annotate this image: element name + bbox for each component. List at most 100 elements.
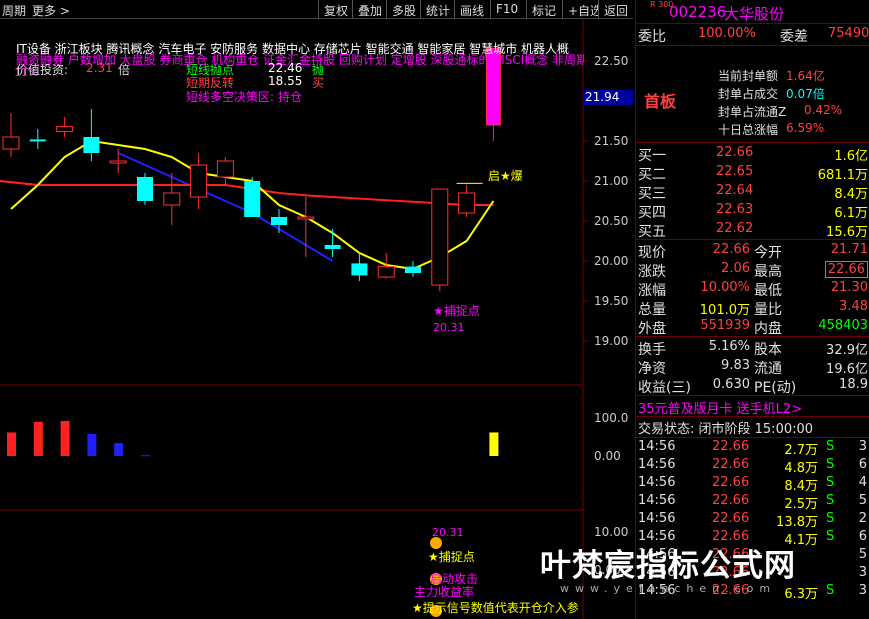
tick-count: 5: [858, 547, 867, 562]
weicha-label: 委差: [780, 29, 808, 45]
qi-bao-label: 启★爆: [488, 169, 523, 183]
bid-row[interactable]: 买四 22.63 6.1万: [636, 202, 869, 221]
stock-code: 002236: [669, 3, 727, 21]
y-tick-label: 21.50: [594, 134, 628, 148]
tick-time: 14:56: [638, 457, 676, 472]
toolbar-button-4[interactable]: 画线: [454, 0, 490, 18]
trade-status: 交易状态: 闭市阶段 15:00:00: [638, 422, 814, 437]
stat-row: 涨幅 10.00% 最低 21.30: [636, 280, 869, 299]
value-invest-unit: 倍: [118, 63, 131, 77]
limit-info-value: 6.59%: [786, 121, 825, 135]
y-tick-label: 19.00: [594, 334, 628, 348]
stat-value: 101.0万: [699, 303, 750, 318]
vol-bar: [60, 421, 70, 456]
tick-row: 14:56 22.66 13.8万 S 2: [636, 511, 869, 530]
candle-body: [29, 139, 46, 142]
stat-row: 涨跌 2.06 最高 22.66: [636, 261, 869, 280]
stat2-value: 9.83: [721, 358, 750, 373]
tick-time: 14:56: [638, 439, 676, 454]
stat-label: 涨跌: [638, 264, 666, 280]
stat2-value: 32.9亿: [826, 343, 868, 358]
stat2-label: 换手: [638, 342, 666, 358]
tick-side: S: [826, 457, 835, 472]
capture-point-label: ★捕捉点: [433, 304, 480, 318]
more-button[interactable]: 更多 >: [32, 2, 70, 19]
period-button[interactable]: 周期: [2, 2, 26, 19]
chart-toolbar: 周期 更多 > 复权 叠加 多股 统计 画线 F10 标记 +自选 返回: [0, 0, 633, 19]
bid-volume: 8.4万: [834, 187, 868, 202]
candle-body: [244, 181, 261, 217]
vol-bar: [7, 432, 16, 456]
tick-side: S: [826, 493, 835, 508]
kline-chart-panel[interactable]: 22.5022.0021.5021.0020.5020.0019.5019.00…: [0, 19, 633, 619]
tick-count: 6: [858, 457, 867, 472]
limit-info-label: 当前封单额: [718, 69, 779, 83]
stat-label: 总量: [638, 302, 666, 318]
vol-tick-label: 0.00: [594, 449, 621, 463]
bid-price: 22.63: [716, 202, 754, 217]
y-tick-label: 19.50: [594, 294, 628, 308]
vol-bar: [33, 421, 43, 456]
stat-value: 2.06: [721, 261, 750, 276]
bottom-tick-label: 10.00: [594, 525, 628, 539]
toolbar-button-8[interactable]: 返回: [598, 0, 633, 18]
vol-bar: [114, 443, 124, 456]
stat-value: 21.30: [830, 280, 868, 295]
weibi-value: 100.00%: [698, 26, 756, 41]
toolbar-button-1[interactable]: 叠加: [352, 0, 388, 18]
toolbar-button-2[interactable]: 多股: [386, 0, 422, 18]
candle-body: [83, 137, 100, 153]
bottom-capture-label: ★捕捉点: [428, 550, 475, 564]
candle-body: [431, 188, 449, 286]
tick-time: 14:56: [638, 493, 676, 508]
tick-row: 14:56 22.66 2.5万 S 5: [636, 493, 869, 512]
stat-value: 21.71: [830, 242, 868, 257]
candle-body: [56, 126, 74, 132]
stat2-value: 19.6亿: [826, 362, 868, 377]
tick-volume: 4.8万: [784, 461, 818, 476]
stat-label: 现价: [638, 245, 666, 261]
tick-row: 14:56 22.66 8.4万 S 4: [636, 475, 869, 494]
bid-row[interactable]: 买三 22.64 8.4万: [636, 183, 869, 202]
tick-price: 22.66: [712, 475, 750, 490]
bid-volume: 681.1万: [817, 168, 868, 183]
tick-count: 3: [858, 439, 867, 454]
stat2-row: 净资 9.83 流通 19.6亿: [636, 358, 869, 377]
stat-label: 涨幅: [638, 283, 666, 299]
indicator-value-0: 22.46: [268, 61, 303, 75]
vol-bar: [87, 433, 97, 456]
bid-row[interactable]: 买五 22.62 15.6万: [636, 221, 869, 240]
stat-value: 3.48: [839, 299, 868, 314]
toolbar-button-5[interactable]: F10: [490, 0, 524, 18]
value-invest-label: 价值投资:: [16, 63, 69, 77]
stat-row: 总量 101.0万 量比 3.48: [636, 299, 869, 318]
bid-row[interactable]: 买二 22.65 681.1万: [636, 164, 869, 183]
tick-price: 22.66: [712, 511, 750, 526]
indicator-value-1: 18.55: [268, 74, 303, 88]
tick-volume: 6.3万: [784, 587, 818, 602]
bid-row[interactable]: 买一 22.66 1.6亿: [636, 145, 869, 164]
weibi-label: 委比: [638, 29, 666, 45]
toolbar-button-6[interactable]: 标记: [526, 0, 562, 18]
tick-side: S: [826, 583, 835, 598]
tick-count: 2: [858, 511, 867, 526]
limit-info-label: 十日总涨幅: [718, 123, 779, 137]
bid-label: 买一: [638, 148, 666, 164]
tick-volume: 13.8万: [776, 515, 818, 530]
candle-body: [377, 266, 395, 278]
limit-info-value: 0.07倍: [786, 87, 825, 101]
tick-count: 6: [858, 529, 867, 544]
tick-count: 3: [858, 583, 867, 598]
vol-tick-label: 100.0: [594, 411, 628, 425]
y-tick-label: 21.00: [594, 174, 628, 188]
y-tick-label: 20.00: [594, 254, 628, 268]
tick-row: 14:56 22.66 2.7万 S 3: [636, 439, 869, 458]
candle-body: [109, 160, 127, 164]
promo-link[interactable]: 35元普及版月卡 送手机L2>: [638, 398, 802, 417]
toolbar-button-3[interactable]: 统计: [420, 0, 456, 18]
stat-label: 内盘: [754, 321, 782, 337]
bid-label: 买五: [638, 224, 666, 240]
limit-info-label: 封单占成交: [718, 87, 779, 101]
tick-price: 22.66: [712, 439, 750, 454]
toolbar-button-0[interactable]: 复权: [318, 0, 354, 18]
